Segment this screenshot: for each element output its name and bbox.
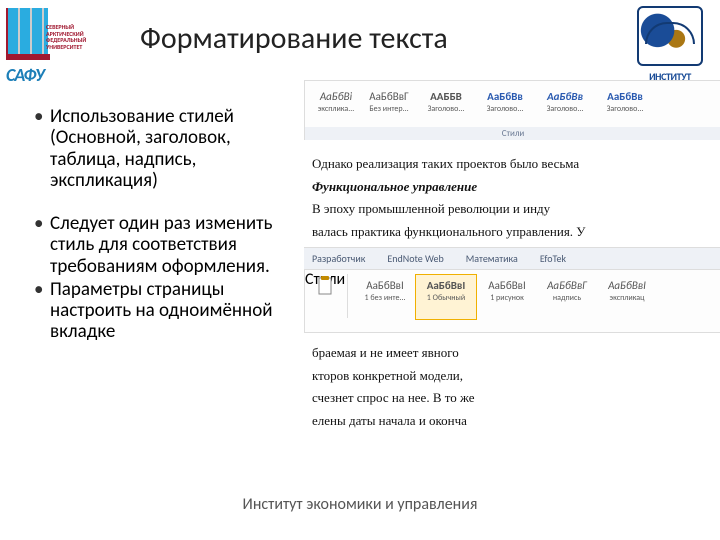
style-item[interactable]: АаБбВвЗаголово...: [595, 85, 655, 131]
word-screenshots: АаБбВіэксплика... АаБбВвГБез интер... АА…: [304, 80, 720, 440]
styles-ribbon-bottom: АаБбВвІ1 без инте... АаБбВвІ1 Обычный Аа…: [304, 269, 720, 333]
logo-subtitle: СЕВЕРНЫЙ АРКТИЧЕСКИЙ ФЕДЕРАЛЬНЫЙ УНИВЕРС…: [46, 24, 86, 50]
footer-text: Институт экономики и управления: [0, 495, 720, 514]
slide-title: Форматирование текста: [140, 20, 448, 57]
style-item[interactable]: АаБбВвІ1 рисунок: [477, 274, 537, 320]
style-item[interactable]: АаБбВвГнадпись: [537, 274, 597, 320]
tab[interactable]: Математика: [466, 252, 518, 265]
doc-paragraph: браемая и не имеет явного: [312, 344, 712, 362]
building-icon: [6, 8, 48, 54]
bullet-item: Использование стилей (Основной, заголово…: [34, 106, 296, 191]
bullet-list: Использование стилей (Основной, заголово…: [34, 106, 296, 365]
tab[interactable]: Разработчик: [312, 252, 365, 265]
doc-heading: Функциональное управление: [312, 178, 712, 196]
logo-text: САФУ: [6, 64, 44, 86]
bullet-item: Следует один раз изменить стиль для соот…: [34, 213, 296, 277]
tab[interactable]: EndNote Web: [387, 252, 443, 265]
document-area: Однако реализация таких проектов было ве…: [304, 140, 720, 247]
style-item[interactable]: ААББВЗаголово...: [417, 85, 475, 131]
tab[interactable]: EfoTek: [540, 252, 566, 265]
style-item[interactable]: АаБбВвЗаголово...: [475, 85, 535, 131]
doc-paragraph: В эпоху промышленной революции и инду: [312, 200, 712, 218]
document-area: браемая и не имеет явного кторов конкрет…: [304, 333, 720, 436]
style-item[interactable]: АаБбВвІэкспликац: [597, 274, 657, 320]
styles-ribbon-top: АаБбВіэксплика... АаБбВвГБез интер... АА…: [304, 80, 720, 140]
style-item-selected[interactable]: АаБбВвІ1 Обычный: [415, 274, 477, 320]
doc-paragraph: Однако реализация таких проектов было ве…: [312, 155, 712, 173]
ribbon-group-label: Стили: [305, 127, 720, 140]
ribbon-tabs: Разработчик EndNote Web Математика EfoTe…: [304, 247, 720, 269]
style-item[interactable]: АаБбВіэксплика...: [311, 85, 361, 131]
doc-paragraph: кторов конкретной модели,: [312, 367, 712, 385]
style-item[interactable]: АаБбВвЗаголово...: [535, 85, 595, 131]
style-item[interactable]: АаБбВвГБез интер...: [361, 85, 417, 131]
book-icon: [6, 54, 50, 60]
style-item[interactable]: АаБбВвІ1 без инте...: [355, 274, 415, 320]
doc-paragraph: елены даты начала и оконча: [312, 412, 712, 430]
paste-icon[interactable]: [307, 274, 348, 318]
bullet-item: Параметры страницы настроить на одноимён…: [34, 279, 296, 343]
doc-paragraph: валась практика функционального управлен…: [312, 223, 712, 241]
globe-icon: [637, 6, 703, 66]
doc-paragraph: счезнет спрос на нее. В то же: [312, 389, 712, 407]
